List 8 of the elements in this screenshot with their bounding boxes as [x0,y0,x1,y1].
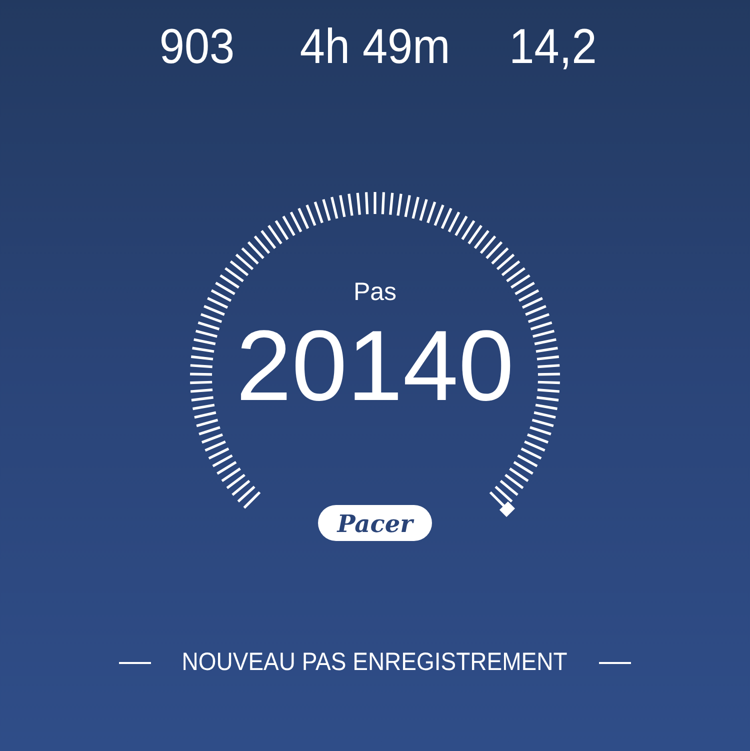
logo: Pacer [318,505,432,541]
stat-value: 14,2 [508,19,598,76]
stat-value: 4h 49m [298,19,452,76]
new-record-caption: NOUVEAU PAS ENREGISTREMENT [182,648,568,677]
steps-label: Pas [353,277,397,307]
gauge-indicator [499,501,515,517]
steps-count: 20140 [236,311,514,421]
stat-value: 903 [158,19,236,76]
